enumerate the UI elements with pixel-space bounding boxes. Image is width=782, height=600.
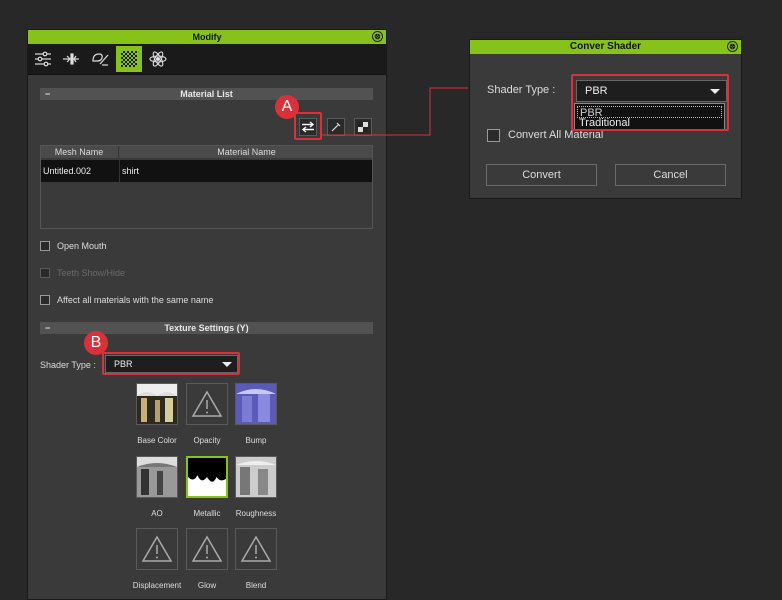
- open-mouth-checkbox[interactable]: [40, 241, 50, 251]
- close-icon[interactable]: ⊗: [727, 41, 738, 52]
- material-icon: [121, 51, 137, 67]
- collapse-icon[interactable]: −: [45, 88, 50, 100]
- modify-titlebar: Modify ⊗: [28, 30, 386, 44]
- material-list-title: Material List: [180, 89, 233, 99]
- collapse-icon[interactable]: −: [45, 322, 50, 334]
- table-row[interactable]: Untitled.002 shirt: [41, 160, 372, 182]
- texture-blend[interactable]: [235, 528, 277, 570]
- dialog-title: Conver Shader: [569, 41, 642, 52]
- texture-opacity[interactable]: [186, 383, 228, 425]
- callout-box-dialog-dropdown: [571, 74, 729, 131]
- texture-metallic[interactable]: [186, 456, 228, 498]
- cancel-button[interactable]: Cancel: [615, 164, 726, 186]
- bump-thumbnail: [236, 384, 276, 424]
- base-color-thumbnail: [137, 384, 177, 424]
- attribute-icon: [92, 53, 109, 66]
- material-table: Mesh Name Material Name Untitled.002 shi…: [40, 145, 373, 229]
- texture-ao[interactable]: [136, 456, 178, 498]
- convert-button[interactable]: Convert: [486, 164, 597, 186]
- affect-all-label: Affect all materials with the same name: [57, 295, 214, 305]
- callout-marker-b: B: [84, 331, 108, 355]
- callout-box-a: [294, 112, 322, 140]
- warning-icon: [141, 535, 173, 562]
- cell-mesh-name: Untitled.002: [43, 166, 92, 176]
- metallic-thumbnail: [188, 458, 226, 496]
- table-header: Mesh Name Material Name: [41, 146, 372, 158]
- column-mesh-name[interactable]: Mesh Name: [41, 146, 117, 158]
- shader-type-label: Shader Type :: [40, 360, 96, 370]
- tab-material[interactable]: [116, 46, 142, 72]
- affect-all-checkbox[interactable]: [40, 295, 50, 305]
- callout-marker-a: A: [275, 95, 299, 119]
- label-bump: Bump: [245, 436, 267, 445]
- warning-icon: [191, 390, 223, 417]
- convert-all-checkbox[interactable]: [487, 129, 500, 142]
- dialog-shader-type-label: Shader Type :: [487, 84, 556, 96]
- callout-connector: [322, 87, 468, 136]
- physics-icon: [149, 51, 167, 67]
- callout-box-b: [102, 352, 240, 375]
- open-mouth-label: Open Mouth: [57, 241, 107, 251]
- texture-glow[interactable]: [186, 528, 228, 570]
- tab-attribute[interactable]: [87, 46, 113, 72]
- cell-material-name: shirt: [119, 160, 139, 182]
- texture-roughness[interactable]: [235, 456, 277, 498]
- tab-motion[interactable]: [58, 46, 84, 72]
- texture-base-color[interactable]: [136, 383, 178, 425]
- modify-title: Modify: [192, 32, 222, 42]
- motion-icon: [63, 53, 79, 65]
- ao-thumbnail: [137, 457, 177, 497]
- teeth-checkbox: [40, 268, 50, 278]
- warning-icon: [191, 535, 223, 562]
- tab-physics[interactable]: [145, 46, 171, 72]
- teeth-label: Teeth Show/Hide: [57, 268, 126, 278]
- tab-sliders[interactable]: [30, 46, 56, 72]
- close-icon[interactable]: ⊗: [372, 31, 383, 42]
- dialog-titlebar: Conver Shader ⊗: [470, 40, 741, 54]
- texture-displacement[interactable]: [136, 528, 178, 570]
- sliders-icon: [35, 51, 51, 67]
- texture-bump[interactable]: [235, 383, 277, 425]
- column-material-name[interactable]: Material Name: [118, 146, 374, 158]
- label-blend: Blend: [245, 581, 267, 590]
- label-roughness: Roughness: [235, 509, 277, 518]
- warning-icon: [240, 535, 272, 562]
- roughness-thumbnail: [236, 457, 276, 497]
- texture-settings-title: Texture Settings (Y): [164, 323, 249, 333]
- tab-bar: [28, 44, 386, 75]
